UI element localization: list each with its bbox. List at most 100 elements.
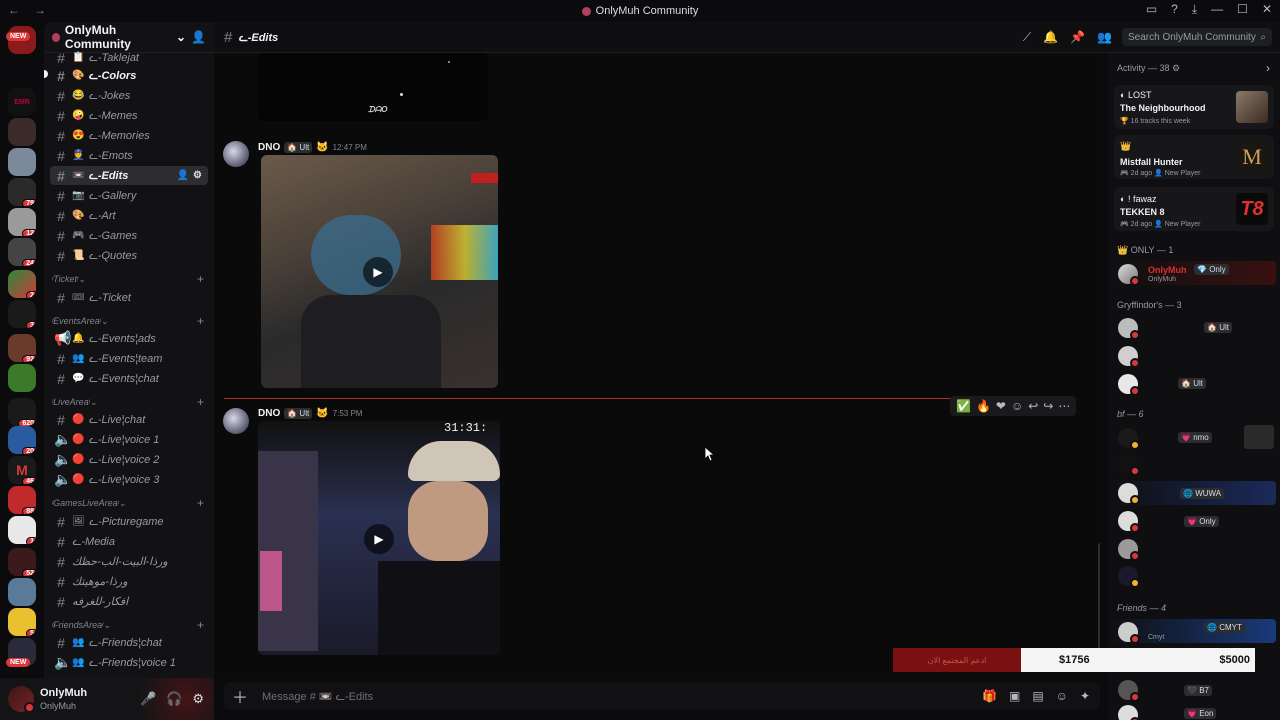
- channel-item[interactable]: # 🎟 ᓚ-Ticket: [50, 288, 208, 307]
- member-list-icon[interactable]: 👥: [1097, 30, 1112, 45]
- channel-item[interactable]: # 📋 ᓚ-Taklejat: [50, 48, 208, 67]
- channel-item[interactable]: # 🎨 ᓚ-Colors: [50, 66, 208, 85]
- avatar[interactable]: [1118, 454, 1140, 476]
- scrollbar[interactable]: [1098, 543, 1100, 663]
- server-icon[interactable]: M 46: [8, 456, 36, 484]
- gear-icon[interactable]: ⚙: [1172, 63, 1180, 73]
- sticker-icon[interactable]: ▤: [1032, 689, 1043, 703]
- avatar[interactable]: [223, 141, 249, 167]
- server-icon[interactable]: [8, 148, 36, 176]
- inbox-icon[interactable]: ▭: [1146, 2, 1157, 17]
- threads-icon[interactable]: ⟋: [1023, 30, 1031, 45]
- channel-item[interactable]: # 💬 ᓚ-Events¦chat: [50, 369, 208, 388]
- member-name[interactable]: OnlyMuh: [1148, 265, 1187, 275]
- message-author[interactable]: DNO: [258, 142, 280, 153]
- avatar[interactable]: [1118, 483, 1140, 505]
- activity-card[interactable]: 👑 Mistfall Hunter 🎮 2d ago 👤 New Player …: [1114, 135, 1274, 179]
- server-icon[interactable]: 92: [8, 334, 36, 362]
- check-reaction-icon[interactable]: ✅: [956, 399, 971, 413]
- avatar[interactable]: [1118, 680, 1140, 702]
- heart-reaction-icon[interactable]: ❤: [996, 399, 1006, 413]
- activity-card[interactable]: ◐ ! fawaz TEKKEN 8 🎮 2d ago 👤 New Player…: [1114, 187, 1274, 231]
- avatar[interactable]: [1118, 566, 1140, 588]
- voice-channel-item[interactable]: 🔈 🔴 ᓚ-Live¦voice 2: [50, 450, 208, 469]
- server-icon[interactable]: EMR: [8, 88, 36, 116]
- category-friends[interactable]: ᵎFriendsAreaᵎ ⌄ +: [52, 618, 204, 632]
- server-icon[interactable]: 24: [8, 238, 36, 266]
- gear-icon[interactable]: ⚙: [192, 691, 204, 707]
- add-channel-icon[interactable]: +: [197, 272, 204, 286]
- voice-channel-item[interactable]: 🔈 🔴 ᓚ-Live¦voice 3: [50, 470, 208, 489]
- back-arrow-icon[interactable]: ←: [8, 3, 20, 17]
- avatar[interactable]: [223, 408, 249, 434]
- add-channel-icon[interactable]: +: [197, 314, 204, 328]
- channel-item[interactable]: # 👥 ᓚ-Friends¦chat: [50, 633, 208, 652]
- add-channel-icon[interactable]: +: [197, 618, 204, 632]
- avatar[interactable]: [8, 686, 35, 713]
- play-icon[interactable]: ▶: [363, 257, 393, 287]
- channel-item[interactable]: # 🤪 ᓚ-Memes: [50, 106, 208, 125]
- help-icon[interactable]: ?: [1171, 2, 1178, 17]
- message-input[interactable]: Message # 📼 ᓚ-Edits: [262, 690, 373, 703]
- invite-people-icon[interactable]: 👤: [191, 30, 206, 44]
- server-icon[interactable]: 79: [8, 178, 36, 206]
- more-icon[interactable]: ⋯: [1058, 399, 1070, 413]
- voice-channel-item[interactable]: 🔈 🔴 ᓚ-Live¦voice 1: [50, 430, 208, 449]
- add-reaction-icon[interactable]: ☺: [1011, 399, 1023, 413]
- channel-item[interactable]: # ᓚ-Media: [50, 532, 208, 551]
- server-icon[interactable]: [8, 578, 36, 606]
- add-channel-icon[interactable]: +: [197, 496, 204, 510]
- add-channel-icon[interactable]: +: [197, 395, 204, 409]
- message-composer[interactable]: ＋ Message # 📼 ᓚ-Edits 🎁 ▣ ▤ ☺ ✦: [224, 682, 1100, 710]
- server-icon[interactable]: 620: [8, 398, 36, 426]
- video-attachment[interactable]: 31:31: ▶: [258, 421, 500, 655]
- channel-item[interactable]: # 📜 ᓚ-Quotes: [50, 246, 208, 265]
- channel-item[interactable]: # 😂 ᓚ-Jokes: [50, 86, 208, 105]
- server-icon[interactable]: 88: [8, 486, 36, 514]
- channel-item[interactable]: # 👮 ᓚ-Emots: [50, 146, 208, 165]
- avatar[interactable]: [1118, 374, 1140, 396]
- avatar[interactable]: [1118, 318, 1140, 340]
- avatar[interactable]: [1118, 705, 1140, 720]
- channel-item[interactable]: # 📷 ᓚ-Gallery: [50, 186, 208, 205]
- avatar[interactable]: [1118, 539, 1140, 561]
- avatar[interactable]: [1118, 346, 1140, 368]
- play-icon[interactable]: ▶: [364, 524, 394, 554]
- apps-icon[interactable]: ✦: [1080, 689, 1090, 703]
- server-icon[interactable]: 20: [8, 426, 36, 454]
- bell-icon[interactable]: 🔔: [1043, 30, 1058, 45]
- gear-icon[interactable]: ⚙: [193, 170, 202, 181]
- server-icon[interactable]: 2: [8, 270, 36, 298]
- activity-card[interactable]: ◐ LOST The Neighbourhood 🏆 16 tracks thi…: [1114, 85, 1274, 129]
- channel-item[interactable]: # 🎮 ᓚ-Games: [50, 226, 208, 245]
- attach-plus-icon[interactable]: ＋: [232, 684, 248, 708]
- server-icon[interactable]: 5: [8, 608, 36, 636]
- category-games[interactable]: ᵎGamesLiveAreaᵎ ⌄ +: [52, 496, 204, 510]
- channel-item[interactable]: # 👥 ᓚ-Events¦team: [50, 349, 208, 368]
- message-author[interactable]: DNO: [258, 408, 280, 419]
- search-input[interactable]: Search OnlyMuh Community ⌕: [1122, 28, 1272, 46]
- channel-item[interactable]: # افكار-للغرفه: [50, 592, 208, 611]
- channel-item[interactable]: # ورذا-موهيتك: [50, 572, 208, 591]
- pin-icon[interactable]: 📌: [1070, 30, 1085, 45]
- fire-reaction-icon[interactable]: 🔥: [976, 399, 991, 413]
- server-icon[interactable]: 1: [8, 516, 36, 544]
- server-icon[interactable]: 12: [8, 208, 36, 236]
- user-info[interactable]: OnlyMuh OnlyMuh: [40, 687, 87, 712]
- forward-icon[interactable]: ↪: [1043, 399, 1053, 413]
- avatar[interactable]: [1118, 428, 1140, 450]
- close-icon[interactable]: ✕: [1262, 2, 1272, 17]
- category-ticket[interactable]: ᵎTicketᵎ ⌄ +: [52, 272, 204, 286]
- channel-item[interactable]: 📢 🔔 ᓚ-Events¦ads: [50, 329, 208, 348]
- avatar[interactable]: [1118, 622, 1140, 644]
- channel-item-active[interactable]: # 📼 ᓚ-Edits 👤 ⚙: [50, 166, 208, 185]
- server-icon[interactable]: [8, 118, 36, 146]
- category-live[interactable]: ᵎLiveAreaᵎ ⌄ +: [52, 395, 204, 409]
- chevron-right-icon[interactable]: ›: [1266, 61, 1270, 75]
- server-icon[interactable]: 52: [8, 548, 36, 576]
- avatar[interactable]: [1118, 264, 1140, 286]
- video-attachment[interactable]: ᗪᗩO: [258, 53, 488, 121]
- reply-icon[interactable]: ↩: [1028, 399, 1038, 413]
- gif-icon[interactable]: ▣: [1009, 689, 1020, 703]
- invite-icon[interactable]: 👤: [177, 170, 189, 181]
